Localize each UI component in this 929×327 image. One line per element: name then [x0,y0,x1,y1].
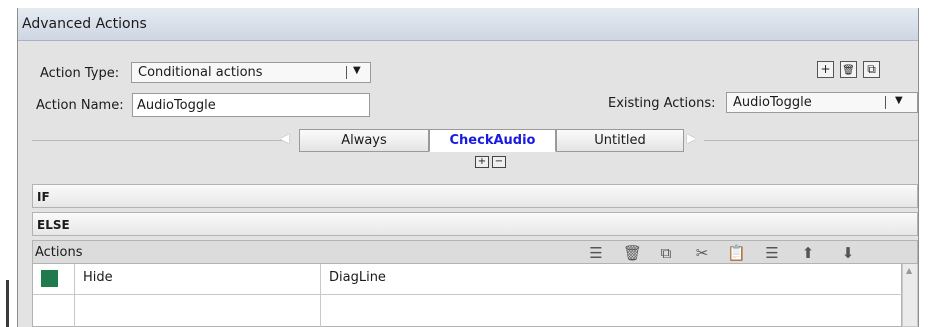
scroll-left-icon[interactable]: ◀ [280,131,289,145]
insert-row-icon[interactable]: ☰ [587,244,605,262]
if-section[interactable]: IF [32,184,918,208]
cut-icon[interactable]: ✂ [693,244,711,262]
actions-title: Actions [35,245,83,260]
divider-right [704,140,918,141]
tab-untitled[interactable]: Untitled [556,129,684,152]
action-cell[interactable] [75,295,321,327]
tab-label: Untitled [594,133,646,148]
remove-decision-button[interactable]: − [492,156,506,168]
color-cell [33,295,75,327]
action-type-value: Conditional actions [138,65,263,80]
action-type-label: Action Type: [40,66,120,81]
scroll-right-icon[interactable]: ▶ [687,131,696,145]
advanced-actions-window: Advanced Actions Action Type: Conditiona… [17,8,919,327]
tab-checkaudio[interactable]: CheckAudio [429,129,556,152]
action-name-label: Action Name: [36,98,124,113]
table-row[interactable]: Hide DiagLine [33,264,903,295]
else-label: ELSE [37,218,70,232]
scroll-up-icon[interactable]: ▲ [906,266,912,275]
target-cell[interactable]: DiagLine [321,264,903,294]
trash-icon: 🗑 [842,65,855,76]
actions-toolbar: Actions ☰ 🗑 ⧉ ✂ 📋 ☰ ⬆ ⬇ [32,240,918,264]
action-name-input[interactable]: AudioToggle [132,93,370,117]
color-cell [33,264,75,294]
duplicate-action-button[interactable]: ⧉ [863,61,880,78]
existing-actions-value: AudioToggle [733,95,812,110]
else-section[interactable]: ELSE [32,212,918,236]
existing-actions-select[interactable]: AudioToggle ▼ [726,92,918,113]
action-cell[interactable]: Hide [75,264,321,294]
actions-grid: Hide DiagLine [32,264,903,327]
table-row[interactable] [33,295,903,327]
target-cell[interactable] [321,295,903,327]
action-text: Hide [83,270,113,285]
window-title: Advanced Actions [22,16,147,32]
existing-actions-label: Existing Actions: [608,96,716,111]
insert-after-icon[interactable]: ☰ [763,244,781,262]
move-down-icon[interactable]: ⬇ [839,244,857,262]
tab-label: CheckAudio [449,133,536,148]
color-swatch [41,270,58,287]
chevron-down-icon: ▼ [353,65,361,76]
move-up-icon[interactable]: ⬆ [799,244,817,262]
title-bar: Advanced Actions [18,8,918,41]
left-edge [0,240,17,327]
duplicate-icon: ⧉ [867,62,876,76]
chevron-down-icon: ▼ [895,95,903,106]
tab-always[interactable]: Always [299,129,429,152]
delete-icon[interactable]: 🗑 [623,244,642,262]
if-label: IF [37,190,50,204]
add-action-button[interactable]: + [817,61,834,78]
paste-icon[interactable]: 📋 [727,244,746,262]
plus-icon: + [477,156,487,167]
delete-action-button[interactable]: 🗑 [840,61,857,78]
copy-icon[interactable]: ⧉ [657,244,675,262]
divider-left [32,140,282,141]
tab-label: Always [341,133,387,148]
action-type-select[interactable]: Conditional actions ▼ [131,62,371,83]
minus-icon: − [494,156,504,167]
plus-icon: + [820,62,831,76]
vertical-scrollbar[interactable]: ▲ [902,264,918,327]
target-text: DiagLine [329,270,386,285]
add-decision-button[interactable]: + [475,156,489,168]
action-name-value: AudioToggle [137,98,216,113]
